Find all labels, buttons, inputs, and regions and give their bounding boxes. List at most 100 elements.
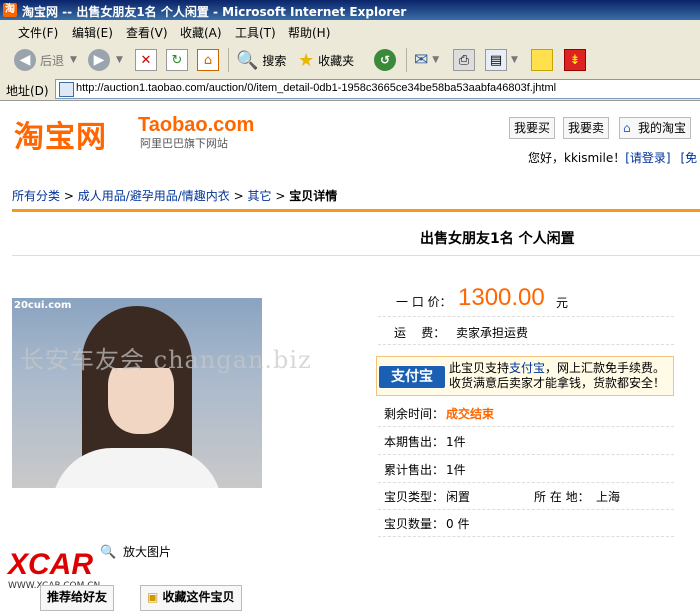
shipping-label: 运 费： [394, 326, 446, 340]
logo-cn: 淘宝网 [14, 120, 107, 155]
back-dropdown-icon[interactable]: ▼ [70, 55, 77, 65]
my-taobao-label: 我的淘宝 [638, 121, 687, 135]
note-icon [531, 49, 553, 71]
title-divider [12, 255, 700, 256]
address-bar: 地址(D) http://auction1.taobao.com/auction… [0, 78, 700, 101]
breadcrumb-all-categories[interactable]: 所有分类 [12, 189, 60, 203]
total-sold-value: 1件 [446, 463, 466, 477]
mail-icon: ✉ [414, 50, 429, 70]
sell-button[interactable]: 我要卖 [563, 117, 610, 139]
menu-favorites[interactable]: 收藏(A) [180, 24, 222, 41]
menu-help[interactable]: 帮助(H) [288, 24, 330, 41]
alipay-line1-b: ，网上汇款免手续费。 [545, 361, 666, 375]
quantity-value: 0 件 [446, 517, 470, 531]
breadcrumb: 所有分类 > 成人用品/避孕用品/情趣内衣 > 其它 > 宝贝详情 [12, 187, 337, 204]
alipay-notice: 支付宝 此宝贝支持支付宝，网上汇款免手续费。 收货满意后卖家才能拿钱，货款都安全… [376, 356, 674, 396]
buy-button[interactable]: 我要买 [509, 117, 556, 139]
breadcrumb-separator: > [60, 189, 78, 203]
menu-file[interactable]: 文件(F) [18, 24, 58, 41]
back-arrow-icon: ◀ [14, 49, 36, 71]
type-row: 宝贝类型： 闲置 所 在 地： 上海 [378, 481, 674, 510]
alipay-link[interactable]: 支付宝 [509, 361, 545, 375]
my-taobao-button[interactable]: ⌂ 我的淘宝 [619, 117, 692, 139]
forward-button[interactable]: ▶ ▼ [88, 47, 123, 73]
collect-button[interactable]: ▣ 收藏这件宝贝 [140, 585, 242, 611]
back-button[interactable]: ◀ 后退 ▼ [14, 47, 77, 73]
free-register-link[interactable]: [免 [680, 151, 697, 165]
home-button[interactable]: ⌂ [197, 47, 219, 73]
taobao-logo[interactable]: 淘宝网 Taobao.com 阿里巴巴旗下网站 [14, 112, 254, 156]
xcar-logo: XCAR [8, 548, 93, 582]
photo-watermark: 20cui.com [14, 300, 72, 311]
print-button[interactable]: ⎙ [453, 47, 475, 73]
forward-arrow-icon: ▶ [88, 49, 110, 71]
menu-bar: 文件(F) 编辑(E) 查看(V) 收藏(A) 工具(T) 帮助(H) [0, 20, 700, 43]
home-icon: ⌂ [197, 49, 219, 71]
window-title-bar[interactable]: 淘 淘宝网 -- 出售女朋友1名 个人闲置 - Microsoft Intern… [0, 0, 700, 20]
messenger-icon: ⇟ [564, 49, 586, 71]
logo-subtitle: 阿里巴巴旗下网站 [140, 137, 228, 150]
taobao-page-icon: 淘 [3, 3, 17, 17]
enlarge-label: 放大图片 [123, 545, 172, 559]
type-label: 宝贝类型： [384, 490, 445, 504]
remaining-label: 剩余时间： [384, 407, 445, 421]
address-input[interactable]: http://auction1.taobao.com/auction/0/ite… [55, 79, 700, 99]
period-sold-label: 本期售出： [384, 435, 445, 449]
address-url: http://auction1.taobao.com/auction/0/ite… [76, 82, 557, 94]
collect-icon: ▣ [147, 590, 159, 604]
menu-edit[interactable]: 编辑(E) [72, 24, 113, 41]
refresh-button[interactable]: ↻ [166, 47, 188, 73]
item-photo[interactable]: 20cui.com [12, 298, 262, 488]
stop-icon: ✕ [135, 49, 157, 71]
quantity-label: 宝贝数量： [384, 517, 445, 531]
breadcrumb-other[interactable]: 其它 [247, 189, 271, 203]
browser-toolbar: ◀ 后退 ▼ ▶ ▼ ✕ ↻ ⌂ 🔍 搜索 ★ 收藏夹 ↺ ✉ ▼ ⎙ ▤ ▼ … [0, 42, 700, 79]
discuss-button[interactable] [531, 47, 553, 73]
period-sold-row: 本期售出： 1件 [378, 426, 674, 455]
edit-dropdown-icon[interactable]: ▼ [511, 55, 518, 65]
xcar-logo-text: XCAR [8, 548, 94, 581]
alipay-line2: 收货满意后卖家才能拿钱，货款都安全！ [449, 376, 666, 390]
greeting-text: 您好，kkismile！ [528, 151, 626, 165]
breadcrumb-current: 宝贝详情 [289, 189, 338, 203]
window-title: 淘宝网 -- 出售女朋友1名 个人闲置 - Microsoft Internet… [22, 5, 407, 19]
menu-tools[interactable]: 工具(T) [235, 24, 276, 41]
star-icon: ★ [298, 49, 315, 71]
history-button[interactable]: ↺ [374, 47, 396, 73]
enlarge-image-link[interactable]: 🔍 放大图片 [100, 543, 171, 560]
item-title: 出售女朋友1名 个人闲置 [420, 231, 575, 247]
login-link[interactable]: [请登录] [625, 151, 670, 165]
mail-dropdown-icon[interactable]: ▼ [432, 55, 439, 65]
price-row: 一 口 价： 1300.00 元 [378, 284, 674, 317]
user-greeting: 您好，kkismile！[请登录] [免 [528, 149, 697, 166]
menu-view[interactable]: 查看(V) [126, 24, 168, 41]
search-icon: 🔍 [236, 49, 259, 71]
breadcrumb-adult-products[interactable]: 成人用品/避孕用品/情趣内衣 [78, 189, 230, 203]
mail-button[interactable]: ✉ ▼ [414, 47, 439, 73]
location-value: 上海 [596, 490, 621, 504]
edit-button[interactable]: ▤ ▼ [485, 47, 518, 73]
refresh-icon: ↻ [166, 49, 188, 71]
forward-dropdown-icon[interactable]: ▼ [116, 55, 123, 65]
recommend-button[interactable]: 推荐给好友 [40, 585, 115, 611]
price-label: 一 口 价： [396, 295, 452, 309]
favorites-button[interactable]: ★ 收藏夹 [298, 47, 354, 73]
quantity-row: 宝贝数量： 0 件 [378, 508, 674, 537]
address-label: 地址(D) [6, 84, 49, 98]
period-sold-value: 1件 [446, 435, 466, 449]
shipping-row: 运 费： 卖家承担运费 [378, 318, 674, 345]
alipay-logo[interactable]: 支付宝 [379, 366, 445, 388]
location-label: 所 在 地： [534, 490, 590, 504]
breadcrumb-separator: > [229, 189, 248, 203]
header-divider [12, 209, 700, 212]
total-sold-row: 累计售出： 1件 [378, 454, 674, 483]
forum-watermark: 长安车友会 changan.biz [20, 346, 312, 374]
price-unit: 元 [556, 296, 569, 310]
stop-button[interactable]: ✕ [135, 47, 157, 73]
recommend-label: 推荐给好友 [47, 590, 108, 604]
search-button[interactable]: 🔍 搜索 [236, 47, 286, 73]
messenger-button[interactable]: ⇟ [564, 47, 586, 73]
total-sold-label: 累计售出： [384, 463, 445, 477]
favorites-label: 收藏夹 [318, 53, 355, 68]
remaining-row: 剩余时间： 成交结束 [378, 398, 674, 427]
